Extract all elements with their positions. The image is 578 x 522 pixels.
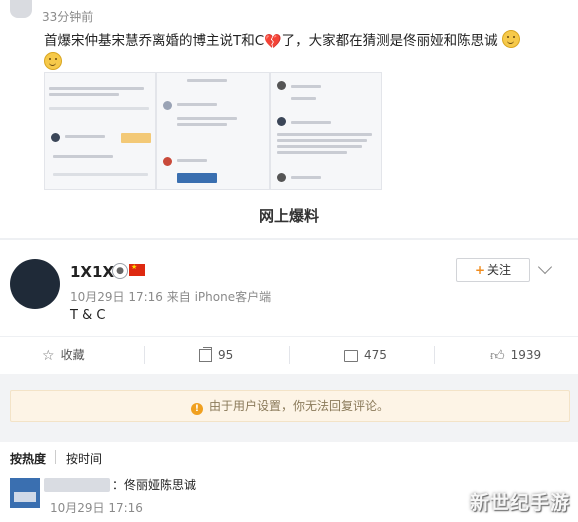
comment-time: 10月29日 17:16 — [50, 501, 143, 515]
chevron-down-icon[interactable] — [537, 259, 553, 275]
repost-time: 33分钟前 — [42, 10, 94, 24]
favorite-button[interactable]: ☆ 收藏 — [42, 346, 85, 364]
divider — [144, 346, 145, 364]
comment-text: ：佟丽娅陈思诚 — [112, 478, 197, 492]
post-text: T & C — [70, 308, 106, 323]
follow-button[interactable]: + 关注 — [456, 258, 530, 282]
follow-plus: + — [474, 263, 486, 277]
repost-button[interactable]: 95 — [199, 346, 233, 364]
divider — [55, 450, 56, 464]
collage-caption: 网上爆料 — [258, 207, 319, 225]
comment-username-redacted — [44, 478, 110, 492]
divider — [289, 346, 290, 364]
comment-count: 475 — [364, 348, 387, 362]
avatar[interactable] — [10, 0, 32, 18]
username[interactable]: 1X1X — [70, 263, 114, 281]
sort-by-time[interactable]: 按时间 — [66, 450, 102, 467]
avatar[interactable] — [10, 259, 60, 309]
repost-text-part1: 首爆宋仲基宋慧乔离婚的博主说T和C — [44, 33, 265, 49]
china-flag-icon: ★ — [129, 263, 145, 276]
star-icon: ☆ — [42, 347, 55, 364]
divider — [434, 346, 435, 364]
warning-icon: ! — [190, 403, 203, 415]
favorite-label: 收藏 — [60, 348, 85, 362]
repost-text: 首爆宋仲基宋慧乔离婚的博主说T和C💔了，大家都在猜测是佟丽娅和陈思诚 — [44, 30, 534, 52]
watermark: 新世纪手游 — [470, 492, 571, 514]
repost-text-part2: 了，大家都在猜测是佟丽娅和陈思诚 — [281, 33, 498, 49]
broken-heart-icon: 💔 — [264, 34, 282, 50]
smile-emoji-icon — [501, 30, 520, 48]
screenshot-collage[interactable] — [44, 72, 382, 190]
avatar[interactable] — [10, 478, 40, 508]
smile-emoji-icon — [44, 52, 62, 70]
follow-label: 关注 — [487, 263, 512, 277]
repost-icon — [199, 347, 212, 362]
like-count: 1939 — [510, 348, 542, 362]
sort-by-hot[interactable]: 按热度 — [10, 450, 46, 467]
notice-text: 由于用户设置，你无法回复评论。 — [208, 399, 389, 413]
reply-restricted-notice: ! 由于用户设置，你无法回复评论。 — [10, 390, 570, 422]
collage-image-3[interactable] — [270, 72, 382, 190]
divider — [0, 238, 578, 240]
divider — [0, 336, 578, 337]
collage-image-1[interactable] — [44, 72, 156, 190]
comment-button[interactable]: 475 — [344, 346, 387, 364]
comment-icon — [344, 349, 358, 362]
user-badge-icon: ● — [112, 263, 128, 279]
repost-count: 95 — [218, 348, 234, 362]
like-button[interactable]: 👍︎ 1939 — [490, 346, 541, 364]
collage-image-2[interactable] — [156, 72, 270, 190]
thumbs-up-icon: 👍︎ — [490, 347, 505, 364]
post-meta: 10月29日 17:16 来自 iPhone客户端 — [70, 290, 272, 304]
